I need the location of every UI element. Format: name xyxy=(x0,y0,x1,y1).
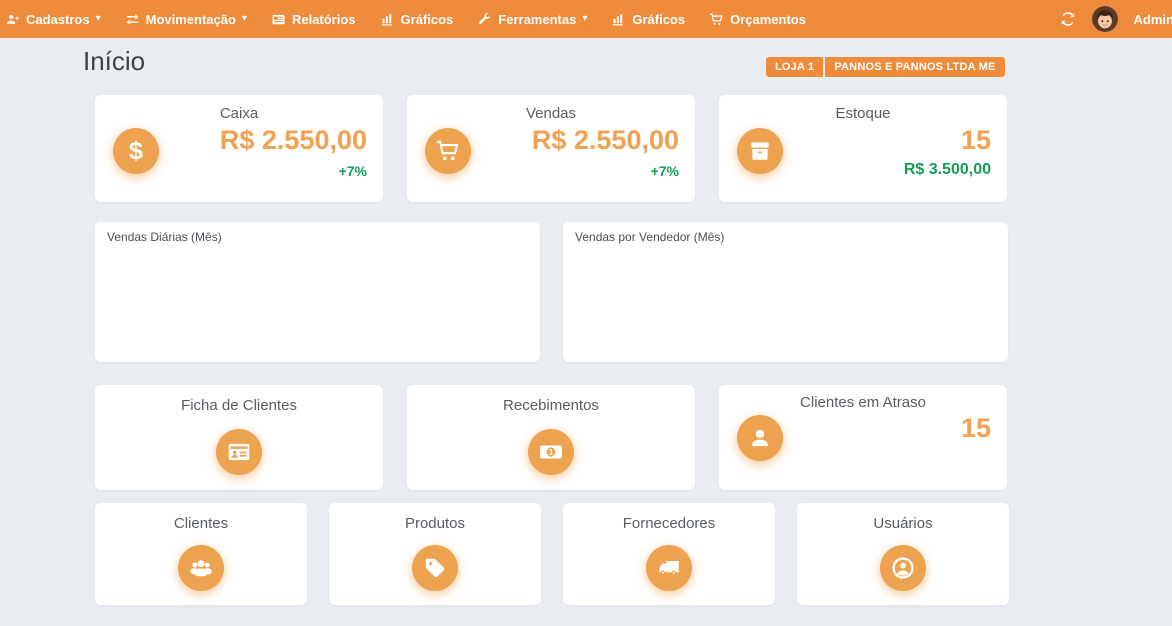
user-circle-icon xyxy=(880,545,926,591)
card-title: Clientes em Atraso xyxy=(719,394,1007,411)
nav-item-graficos-2[interactable]: Gráficos xyxy=(599,0,697,38)
nav-item-ferramentas[interactable]: Ferramentas xyxy=(465,0,599,38)
dollar-icon: $ xyxy=(113,128,159,174)
nav-label: Movimentação xyxy=(146,12,236,27)
shortcut-card-usuarios[interactable]: Usuários xyxy=(797,503,1009,605)
shortcut-card-fornecedores[interactable]: Fornecedores xyxy=(563,503,775,605)
caret-down-icon xyxy=(96,14,101,24)
top-navbar: Cadastros Movimentação Relatórios Gráfic… xyxy=(0,0,1172,38)
stat-delta: +7% xyxy=(651,163,679,179)
caret-down-icon xyxy=(582,14,587,24)
nav-label: Orçamentos xyxy=(730,12,806,27)
stat-card-estoque: Estoque 15 R$ 3.500,00 xyxy=(719,95,1007,202)
user-menu[interactable]: Admin xyxy=(1134,12,1172,27)
bar-chart-icon xyxy=(380,12,395,27)
main-content: Início LOJA 1 PANNOS E PANNOS LTDA ME Ca… xyxy=(0,38,1172,626)
card-title: Caixa xyxy=(95,105,383,122)
nav-item-orcamentos[interactable]: Orçamentos xyxy=(697,0,818,38)
nav-label: Gráficos xyxy=(401,12,454,27)
chart-title: Vendas por Vendedor (Mês) xyxy=(575,230,724,244)
nav-label: Gráficos xyxy=(632,12,685,27)
card-title: Produtos xyxy=(329,515,541,532)
chart-title: Vendas Diárias (Mês) xyxy=(107,230,222,244)
avatar[interactable] xyxy=(1092,6,1118,32)
report-icon xyxy=(271,12,286,27)
card-title: Recebimentos xyxy=(407,397,695,414)
card-title: Usuários xyxy=(797,515,1009,532)
nav-item-relatorios[interactable]: Relatórios xyxy=(259,0,368,38)
id-card-icon xyxy=(216,429,262,475)
info-card-clientes-atraso[interactable]: Clientes em Atraso 15 xyxy=(719,385,1007,490)
tag-icon xyxy=(412,545,458,591)
nav-label: Relatórios xyxy=(292,12,356,27)
wrench-icon xyxy=(477,12,492,27)
info-card-recebimentos[interactable]: Recebimentos 1 xyxy=(407,385,695,490)
card-title: Fornecedores xyxy=(563,515,775,532)
stat-delta: +7% xyxy=(339,163,367,179)
nav-item-graficos[interactable]: Gráficos xyxy=(368,0,466,38)
shortcut-card-produtos[interactable]: Produtos xyxy=(329,503,541,605)
user-plus-icon xyxy=(5,12,20,27)
box-icon xyxy=(737,128,783,174)
card-title: Clientes xyxy=(95,515,307,532)
store-badges: LOJA 1 PANNOS E PANNOS LTDA ME xyxy=(766,57,1005,77)
shortcut-card-clientes[interactable]: Clientes xyxy=(95,503,307,605)
nav-item-movimentacao[interactable]: Movimentação xyxy=(113,0,259,38)
svg-text:1: 1 xyxy=(549,447,554,457)
nav-label: Ferramentas xyxy=(498,12,576,27)
navbar-right: Admin xyxy=(1060,6,1172,32)
stat-card-caixa: Caixa $ R$ 2.550,00 +7% xyxy=(95,95,383,202)
card-title: Ficha de Clientes xyxy=(95,397,383,414)
refresh-icon[interactable] xyxy=(1060,11,1076,27)
stat-secondary-value: R$ 3.500,00 xyxy=(904,161,991,179)
stat-value: 15 xyxy=(961,127,991,154)
users-icon xyxy=(178,545,224,591)
truck-icon xyxy=(646,545,692,591)
card-title: Estoque xyxy=(719,105,1007,122)
cart-icon xyxy=(709,12,724,27)
stat-value: R$ 2.550,00 xyxy=(220,127,367,154)
page-title: Início xyxy=(83,46,145,77)
chart-panel-vendas-vendedor: Vendas por Vendedor (Mês) xyxy=(563,222,1008,362)
stat-card-vendas: Vendas R$ 2.550,00 +7% xyxy=(407,95,695,202)
nav-item-cadastros[interactable]: Cadastros xyxy=(0,0,113,38)
card-title: Vendas xyxy=(407,105,695,122)
cart-icon xyxy=(425,128,471,174)
chart-panel-vendas-diarias: Vendas Diárias (Mês) xyxy=(95,222,540,362)
bar-chart-icon xyxy=(611,12,626,27)
user-icon xyxy=(737,415,783,461)
store-badge-loja[interactable]: LOJA 1 xyxy=(766,57,823,77)
store-badge-company[interactable]: PANNOS E PANNOS LTDA ME xyxy=(825,57,1004,77)
exchange-icon xyxy=(125,12,140,27)
money-bill-icon: 1 xyxy=(528,429,574,475)
caret-down-icon xyxy=(242,14,247,24)
nav-label: Cadastros xyxy=(26,12,90,27)
info-card-ficha-clientes[interactable]: Ficha de Clientes xyxy=(95,385,383,490)
stat-value: R$ 2.550,00 xyxy=(532,127,679,154)
info-value: 15 xyxy=(961,415,991,442)
